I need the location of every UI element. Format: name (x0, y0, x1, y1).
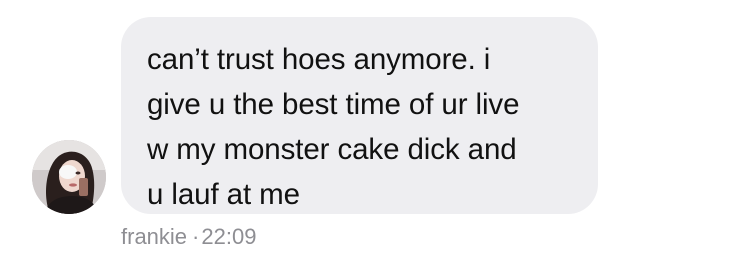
message-line: can’t trust hoes anymore. i (147, 43, 491, 76)
sender-name[interactable]: frankie (121, 224, 187, 249)
chat-message-row: can’t trust hoes anymore. i give u the b… (0, 0, 749, 256)
message-timestamp: 22:09 (201, 224, 257, 249)
message-line: give u the best time of ur live (147, 88, 520, 121)
avatar[interactable] (32, 140, 106, 214)
message-line: u lauf at me (147, 178, 300, 211)
message-meta: frankie ·22:09 (121, 224, 256, 250)
meta-separator: · (192, 224, 200, 249)
avatar-photo (32, 140, 106, 214)
message-line: w my monster cake dick and (147, 133, 517, 166)
message-bubble[interactable]: can’t trust hoes anymore. i give u the b… (121, 17, 598, 214)
